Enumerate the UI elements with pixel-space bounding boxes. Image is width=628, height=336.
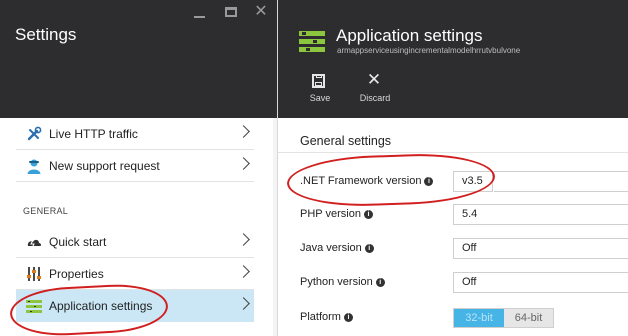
blade-subtitle: armappserviceusingincrementalmodelhrrutv…: [337, 46, 521, 55]
net-framework-version-field[interactable]: v3.5: [453, 171, 493, 192]
info-icon[interactable]: i: [424, 177, 434, 186]
info-icon[interactable]: i: [364, 244, 374, 253]
maximize-icon[interactable]: [223, 4, 239, 20]
menu-item-new-support-request[interactable]: New support request: [16, 150, 254, 182]
info-icon[interactable]: i: [343, 313, 353, 322]
chevron-right-icon: [237, 233, 250, 246]
setting-row-java: Java version i Off: [278, 236, 628, 262]
menu-item-quick-start[interactable]: Quick start: [16, 226, 254, 258]
setting-row-php: PHP version i 5.4: [278, 202, 628, 228]
support-person-icon: [27, 159, 41, 174]
setting-row-platform: Platform i 32-bit 64-bit: [278, 305, 628, 331]
chevron-right-icon: [237, 297, 250, 310]
net-framework-version-field-extension: [494, 171, 628, 192]
close-icon: ✕: [366, 70, 382, 89]
chevron-right-icon: [237, 125, 250, 138]
menu-item-application-settings[interactable]: Application settings: [16, 290, 254, 322]
menu-item-live-http-traffic[interactable]: Live HTTP traffic: [16, 118, 254, 150]
save-icon: [311, 73, 327, 89]
setting-row-python: Python version i Off: [278, 270, 628, 296]
menu-item-label: New support request: [49, 159, 160, 173]
setting-label: .NET Framework version i: [300, 175, 434, 187]
php-version-field[interactable]: 5.4: [453, 204, 628, 225]
setting-label: Platform i: [300, 311, 353, 323]
close-icon[interactable]: ✕: [253, 4, 269, 20]
setting-label: PHP version i: [300, 208, 373, 220]
menu-item-properties[interactable]: Properties: [16, 258, 254, 290]
app-settings-icon: [26, 300, 42, 313]
divider: [278, 152, 628, 153]
menu-item-label: Quick start: [49, 235, 107, 249]
menu-item-label: Live HTTP traffic: [49, 127, 138, 141]
app-settings-icon: [299, 31, 325, 53]
general-settings-heading: General settings: [300, 134, 392, 148]
cloud-lightning-icon: [27, 239, 42, 249]
minimize-icon[interactable]: [191, 4, 207, 20]
menu-item-label: Application settings: [49, 299, 153, 313]
platform-32-bit-option[interactable]: 32-bit: [454, 309, 504, 327]
discard-button[interactable]: ✕ Discard: [355, 70, 395, 106]
setting-row-net-framework: .NET Framework version i v3.5: [278, 169, 628, 195]
info-icon[interactable]: i: [363, 210, 373, 219]
settings-blade-title: Settings: [15, 25, 77, 44]
setting-label: Python version i: [300, 276, 385, 288]
section-heading-general: GENERAL: [23, 206, 69, 216]
properties-sliders-icon: [27, 267, 41, 281]
menu-item-label: Properties: [49, 267, 104, 281]
java-version-field[interactable]: Off: [453, 238, 628, 259]
chevron-right-icon: [237, 265, 250, 278]
save-label: Save: [309, 93, 331, 103]
discard-label: Discard: [359, 93, 391, 103]
setting-label: Java version i: [300, 242, 374, 254]
settings-blade-header: Settings ✕: [0, 0, 277, 118]
application-settings-blade: Application settings armappserviceusingi…: [277, 0, 628, 336]
settings-blade: Settings ✕ Live HTTP traffic New support…: [0, 0, 277, 336]
platform-toggle: 32-bit 64-bit: [453, 308, 554, 328]
save-button[interactable]: Save: [300, 70, 340, 106]
info-icon[interactable]: i: [375, 278, 385, 287]
chevron-right-icon: [237, 157, 250, 170]
application-settings-header: Application settings armappserviceusingi…: [278, 0, 628, 118]
python-version-field[interactable]: Off: [453, 272, 628, 293]
tools-icon: [27, 126, 42, 141]
platform-64-bit-option[interactable]: 64-bit: [504, 309, 553, 327]
blade-title: Application settings: [336, 26, 483, 45]
